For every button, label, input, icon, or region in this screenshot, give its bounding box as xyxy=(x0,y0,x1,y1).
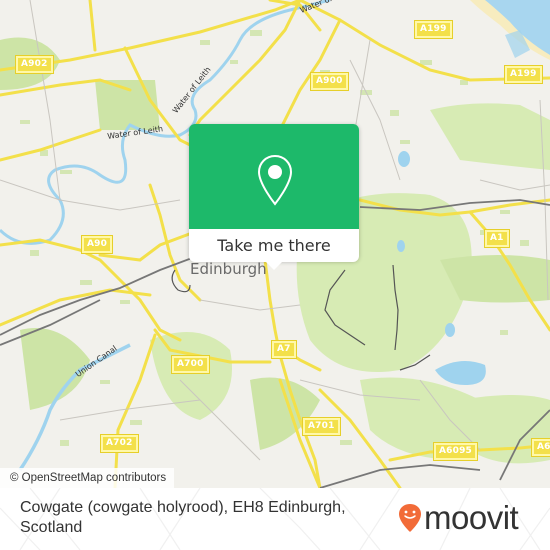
map-attribution[interactable]: © OpenStreetMap contributors xyxy=(0,468,175,488)
city-label-edinburgh: Edinburgh xyxy=(190,260,267,278)
road-label-a7: A7 xyxy=(271,340,297,359)
park-area xyxy=(95,80,160,130)
road-label-a701: A701 xyxy=(302,417,341,436)
map-view[interactable]: Edinburgh A902 A900 A199 A199 A90 A1 A7 … xyxy=(0,0,550,488)
location-address: Cowgate (cowgate holyrood), EH8 Edinburg… xyxy=(20,499,346,536)
road-label-a6: A6 xyxy=(531,438,550,457)
moovit-logo[interactable]: moovit xyxy=(398,499,519,536)
moovit-wordmark: moovit xyxy=(424,499,519,536)
road-label-a6095: A6095 xyxy=(432,442,479,461)
dunsapie-loch xyxy=(435,361,486,385)
popup-header[interactable] xyxy=(189,124,359,229)
park-area xyxy=(150,332,232,420)
park-area xyxy=(430,103,550,170)
footer-bar: Cowgate (cowgate holyrood), EH8 Edinburg… xyxy=(0,488,550,550)
popup-pointer xyxy=(264,260,284,270)
location-popup[interactable]: Take me there xyxy=(189,124,359,270)
road-label-a1: A1 xyxy=(484,229,510,248)
road-label-a900: A900 xyxy=(310,72,349,91)
road-label-a199: A199 xyxy=(504,65,543,84)
take-me-there-button[interactable]: Take me there xyxy=(189,229,359,262)
pond xyxy=(397,240,405,252)
road-label-a702: A702 xyxy=(100,434,139,453)
map-pin-icon xyxy=(257,154,293,206)
pond xyxy=(445,323,455,337)
residential-area xyxy=(250,377,320,450)
road-label-a902: A902 xyxy=(15,55,54,74)
road-label-a700: A700 xyxy=(171,355,210,374)
moovit-pin-icon xyxy=(399,503,421,532)
road-label-a199: A199 xyxy=(414,20,453,39)
road-label-a90: A90 xyxy=(80,235,114,254)
pond xyxy=(398,151,410,167)
